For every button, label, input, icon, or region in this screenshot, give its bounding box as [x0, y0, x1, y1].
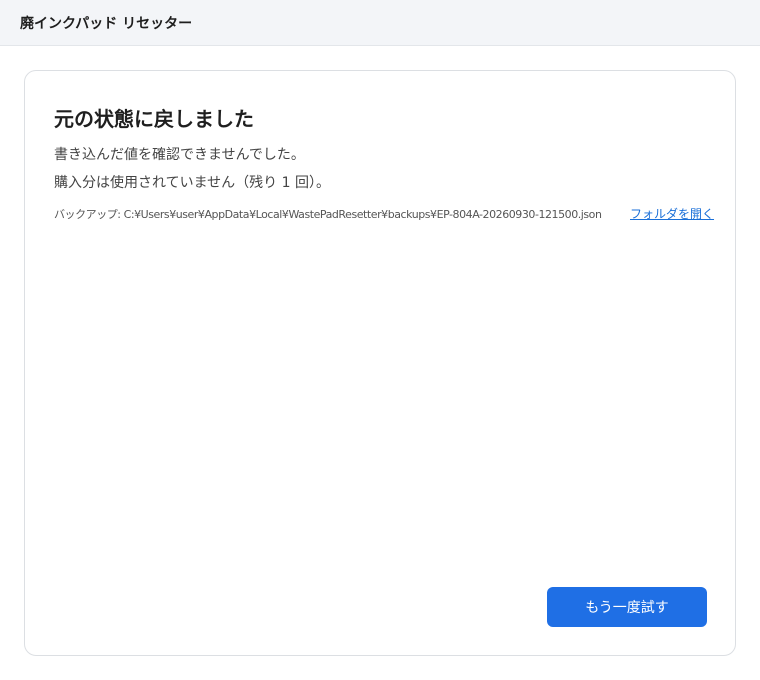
retry-button[interactable]: もう一度試す — [547, 587, 707, 627]
backup-path: バックアップ: C:¥Users¥user¥AppData¥Local¥Wast… — [54, 208, 602, 221]
result-card: 元の状態に戻しました 書き込んだ値を確認できませんでした。 購入分は使用されてい… — [24, 70, 736, 656]
credits-remaining-message: 購入分は使用されていません（残り 1 回）。 — [54, 175, 330, 191]
result-heading: 元の状態に戻しました — [54, 107, 254, 131]
open-folder-link[interactable]: フォルダを開く — [630, 205, 714, 222]
verify-failed-message: 書き込んだ値を確認できませんでした。 — [54, 147, 305, 163]
backup-row: バックアップ: C:¥Users¥user¥AppData¥Local¥Wast… — [54, 206, 714, 222]
app-title: 廃インクパッド リセッター — [20, 16, 193, 32]
title-bar: 廃インクパッド リセッター — [0, 0, 760, 46]
